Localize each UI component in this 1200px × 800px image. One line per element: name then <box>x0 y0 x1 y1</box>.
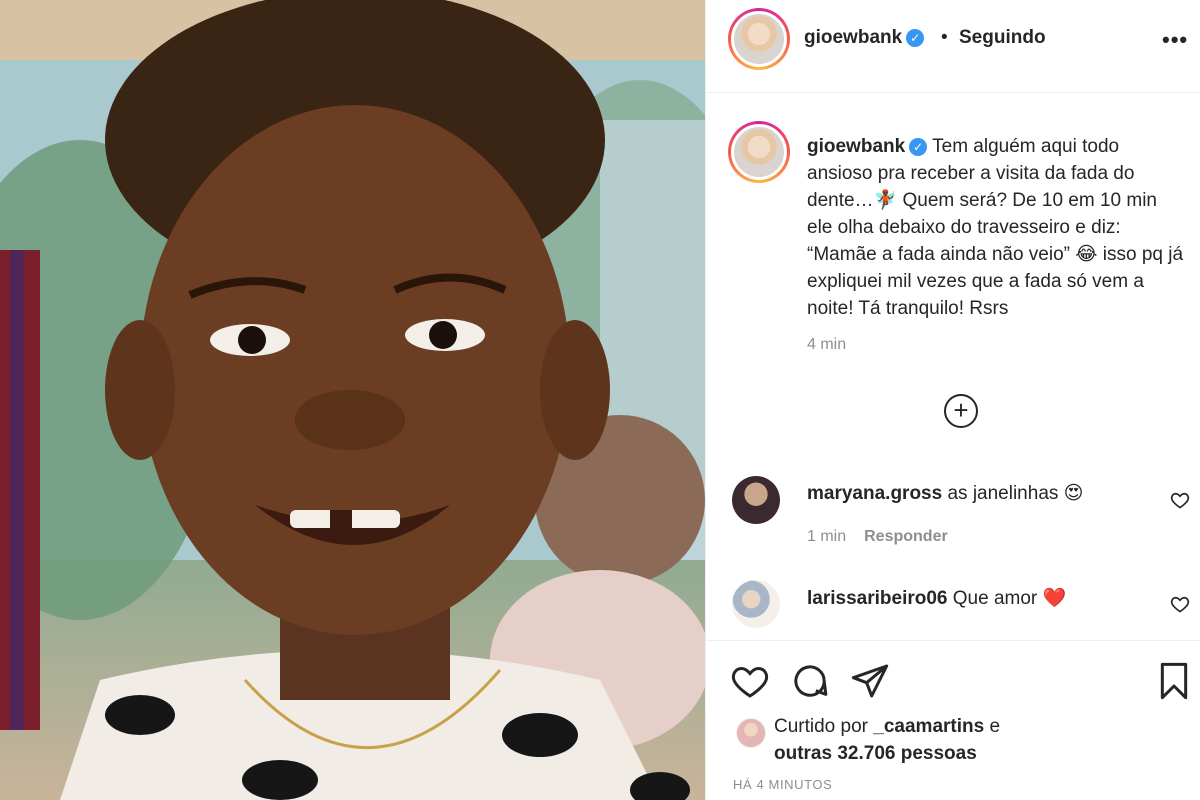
share-icon[interactable] <box>850 661 890 701</box>
post-caption: gioewbank ✓ Tem alguém aqui todo ansioso … <box>807 133 1187 322</box>
post-side-panel: gioewbank ✓ • Seguindo ••• gioewbank ✓ Tem… <box>705 0 1200 800</box>
header-username[interactable]: gioewbank ✓ <box>804 27 925 49</box>
likes-summary[interactable]: Curtido por _caamartins e outras 32.706 … <box>774 713 1000 767</box>
comment-text: larissaribeiro06 Que amor ❤️ <box>807 586 1066 610</box>
commenter-avatar[interactable] <box>732 476 780 524</box>
verified-icon: ✓ <box>909 138 928 156</box>
caption-time: 4 min <box>807 336 847 353</box>
heart-icon[interactable] <box>1170 594 1190 614</box>
comment-item: larissaribeiro06 Que amor ❤️ <box>728 580 1198 640</box>
post-actions: Curtido por _caamartins e outras 32.706 … <box>706 640 1200 800</box>
post-timestamp[interactable]: HÁ 4 MINUTOS <box>733 777 832 792</box>
header-separator: • <box>941 27 948 48</box>
comment-body: as janelinhas 😍 <box>947 483 1084 504</box>
reply-button[interactable]: Responder <box>864 528 948 545</box>
instagram-post: gioewbank ✓ • Seguindo ••• gioewbank ✓ Tem… <box>0 0 1200 800</box>
comment-body: Que amor ❤️ <box>952 588 1067 609</box>
post-header: gioewbank ✓ • Seguindo ••• <box>706 0 1200 93</box>
bookmark-icon[interactable] <box>1154 661 1194 701</box>
add-circle-icon[interactable]: + <box>944 394 978 428</box>
liker-avatar[interactable] <box>736 718 766 748</box>
commenter-avatar[interactable] <box>732 580 780 628</box>
child-smiling-photo <box>0 0 705 800</box>
comment-username[interactable]: maryana.gross <box>807 483 942 504</box>
comment-meta: 1 min Responder <box>807 528 948 546</box>
caption-avatar[interactable] <box>728 121 790 183</box>
comment-item: maryana.gross as janelinhas 😍 1 min Respo… <box>728 476 1198 545</box>
comment-icon[interactable] <box>790 661 830 701</box>
heart-icon[interactable] <box>1170 490 1190 510</box>
comment-time: 1 min <box>807 528 847 545</box>
caption-username[interactable]: gioewbank <box>807 136 905 157</box>
follow-status-button[interactable]: Seguindo <box>959 27 1046 49</box>
caption-text: Tem alguém aqui todo ansioso pra receber… <box>807 136 1184 319</box>
comment-username[interactable]: larissaribeiro06 <box>807 588 947 609</box>
comment-text: maryana.gross as janelinhas 😍 <box>807 482 1083 505</box>
heart-icon[interactable] <box>730 661 770 701</box>
profile-avatar[interactable] <box>728 8 790 70</box>
liker-username[interactable]: _caamartins <box>873 716 984 737</box>
likes-count[interactable]: outras 32.706 pessoas <box>774 743 977 764</box>
verified-icon: ✓ <box>906 29 925 47</box>
more-icon[interactable]: ••• <box>1162 27 1188 53</box>
post-photo[interactable] <box>0 0 705 800</box>
